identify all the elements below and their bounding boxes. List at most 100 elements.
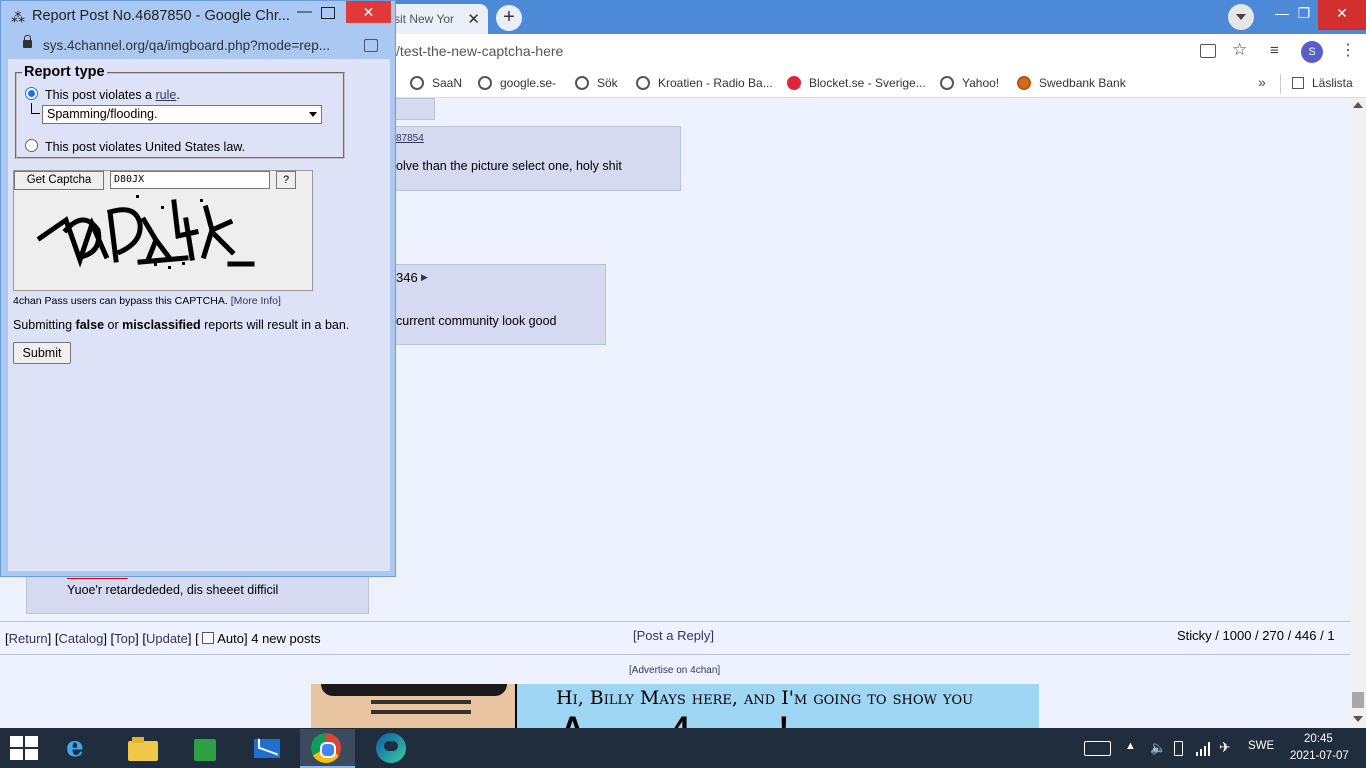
popup-minimize-button[interactable]: — [297,3,312,20]
law-violation-radio[interactable] [25,139,38,152]
submit-button[interactable]: Submit [13,342,71,364]
scrollbar-thumb[interactable] [1352,692,1364,708]
post-text: current community look good [396,314,557,328]
tree-connector [31,103,40,114]
more-info-link[interactable]: [More Info] [231,295,281,307]
browser-tab[interactable]: sit New Yor ✕ [388,4,488,34]
law-violation-label: This post violates United States law. [45,140,246,154]
globe-icon [478,76,492,90]
network-off-icon[interactable]: ✈ [1219,739,1231,756]
ad-text-large: A 4 ! [561,710,830,728]
top-link[interactable]: Top [114,631,135,646]
page-scrollbar[interactable] [1350,98,1366,728]
lock-icon[interactable] [23,35,32,48]
get-captcha-button[interactable]: Get Captcha [14,171,104,190]
captcha-help-button[interactable]: ? [276,171,296,189]
swedbank-icon [1017,76,1031,90]
catalog-link[interactable]: Catalog [59,631,104,646]
ad-face-image [311,684,517,728]
ban-warning: Submitting false or misclassified report… [13,318,350,332]
reading-list-icon [1292,77,1304,89]
chrome-icon[interactable] [311,733,341,763]
chevron-down-icon [309,112,317,117]
thread-stats: Sticky / 1000 / 270 / 446 / 1 [1177,628,1335,643]
tab-title: sit New Yor [394,12,455,26]
popup-maximize-button[interactable] [321,7,335,19]
globe-icon [410,76,424,90]
divider [0,621,1350,622]
bookmark-yahoo[interactable]: Yahoo! [940,76,999,90]
selected-category: Spamming/flooding. [47,107,158,121]
post-container [392,98,435,120]
4chan-clover-icon: ⁂ [11,9,25,25]
popup-title: Report Post No.4687850 - Google Chr... [32,8,290,24]
rule-link[interactable]: rule [155,88,176,102]
post-number-link[interactable]: 87854 [396,133,424,144]
bookmark-blocket[interactable]: Blocket.se - Sverige... [787,76,926,90]
captcha-image [36,195,255,269]
globe-icon [940,76,954,90]
translate-icon[interactable] [364,39,378,52]
profile-avatar[interactable]: S [1301,41,1323,63]
internet-explorer-icon[interactable]: e [66,733,96,763]
windows-start-icon[interactable] [10,736,38,760]
clock-time[interactable]: 20:45 [1304,733,1333,745]
popup-close-button[interactable]: ✕ [346,1,391,23]
globe-icon [636,76,650,90]
tray-chevron-icon[interactable]: ▲ [1125,740,1136,752]
translate-icon[interactable] [1200,44,1216,58]
report-category-select[interactable]: Spamming/flooding. [42,105,322,124]
blocket-icon [787,76,801,90]
file-explorer-icon[interactable] [128,733,158,763]
tab-close-icon[interactable]: ✕ [467,10,480,28]
rule-violation-label: This post violates a rule. [45,88,180,102]
ad-banner[interactable]: Hi, Billy Mays here, and I'm going to sh… [311,684,1039,728]
captcha-pass-note: 4chan Pass users can bypass this CAPTCHA… [13,295,281,307]
microsoft-store-icon[interactable] [190,733,220,763]
globe-icon [575,76,589,90]
volume-icon[interactable]: 🔈 [1150,740,1166,756]
report-type-legend: Report type [22,64,107,80]
captcha-input[interactable]: D80JX [110,171,270,189]
bookmarks-divider [1280,74,1281,94]
popup-address-bar: sys.4channel.org/qa/imgboard.php?mode=re… [9,33,389,59]
tab-search-icon[interactable] [1228,4,1254,30]
bookmark-star-icon[interactable]: ☆ [1232,40,1247,60]
ad-text: Hi, Billy Mays here, and I'm going to sh… [556,687,974,709]
mail-icon[interactable] [252,733,282,763]
cellular-signal-icon[interactable] [1196,740,1212,756]
thread-nav: [Return] [Catalog] [Top] [Update] [ Auto… [5,631,321,646]
address-bar[interactable]: /test-the-new-captcha-here [396,43,563,59]
bookmark-google[interactable]: google.se- [478,76,556,90]
new-tab-button[interactable]: + [496,5,522,31]
post-number[interactable]: 346 [396,270,418,285]
language-indicator[interactable]: SWE [1248,740,1274,752]
advertise-link[interactable]: [Advertise on 4chan] [629,665,720,676]
browser-menu-icon[interactable]: ⋮ [1340,40,1356,60]
media-control-icon[interactable]: ≡ [1270,42,1279,59]
new-posts-count: 4 new posts [251,631,321,646]
bookmark-sok[interactable]: Sök [575,76,618,90]
clock-date[interactable]: 2021-07-07 [1290,750,1349,762]
post-menu-arrow-icon[interactable]: ▶ [421,272,428,283]
auto-label: Auto [217,631,244,646]
update-link[interactable]: Update [146,631,188,646]
divider [0,654,1350,655]
rule-violation-radio[interactable] [25,87,38,100]
popup-url: sys.4channel.org/qa/imgboard.php?mode=re… [43,38,331,53]
return-link[interactable]: Return [9,631,48,646]
auto-update-checkbox[interactable] [202,632,215,644]
bookmark-saan[interactable]: SaaN [410,76,462,90]
edge-icon[interactable] [376,733,406,763]
bookmark-kroatien[interactable]: Kroatien - Radio Ba... [636,76,773,90]
close-window-button[interactable]: ✕ [1318,0,1366,30]
scroll-down-icon[interactable] [1353,716,1363,722]
touch-keyboard-icon[interactable] [1084,741,1111,756]
battery-icon[interactable] [1174,741,1183,756]
bookmarks-more-icon[interactable]: » [1258,74,1266,90]
scroll-up-icon[interactable] [1353,102,1363,108]
post-text: Yuoe'r retardededed, dis sheeet difficil [67,583,279,597]
bookmark-swedbank[interactable]: Swedbank Bank [1017,76,1126,90]
reading-list-button[interactable]: Läslista [1292,76,1353,90]
post-reply-link[interactable]: [Post a Reply] [633,628,714,643]
